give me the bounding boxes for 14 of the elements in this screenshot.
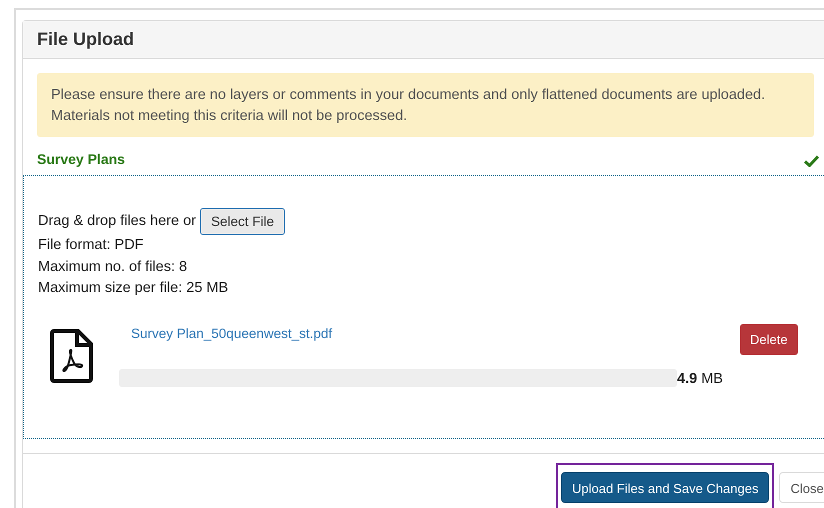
upload-save-button[interactable]: Upload Files and Save Changes	[561, 472, 770, 503]
select-file-button[interactable]: Select File	[200, 208, 285, 235]
drop-prompt: Drag & drop files here or	[38, 212, 196, 231]
dialog-title: File Upload	[37, 29, 134, 50]
file-link[interactable]: Survey Plan_50queenwest_st.pdf	[131, 326, 332, 340]
file-requirement: Maximum size per file: 25 MB	[38, 280, 228, 296]
file-requirement: Maximum no. of files: 8	[38, 258, 188, 274]
file-size: 4.9 MB	[677, 370, 723, 386]
warning-alert: Please ensure there are no layers or comments in your documents and only flattened documents are uploaded. Materials not meeting this criteria will not be processed.	[37, 73, 814, 137]
file-requirement: File format: PDF	[38, 237, 144, 253]
close-button[interactable]: Close	[779, 472, 824, 503]
pdf-file-icon	[50, 328, 94, 384]
delete-button[interactable]: Delete	[740, 324, 798, 354]
section-title: Survey Plans	[37, 151, 125, 167]
